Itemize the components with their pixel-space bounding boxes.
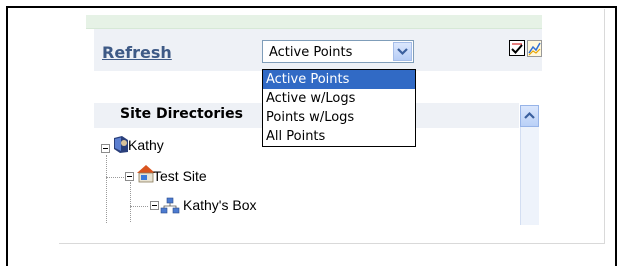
- tree-guide-line: [130, 182, 132, 222]
- tree-branch-line: [130, 206, 148, 208]
- tree-guide-line: [106, 155, 108, 223]
- dropdown-option-active-points[interactable]: Active Points: [263, 70, 415, 89]
- line-chart-icon[interactable]: [527, 40, 542, 57]
- points-filter-select[interactable]: Active Points: [262, 40, 414, 63]
- points-filter-dropdown: Active Points Active w/Logs Points w/Log…: [262, 69, 416, 147]
- dropdown-option-points-w-logs[interactable]: Points w/Logs: [263, 108, 415, 127]
- dropdown-option-active-w-logs[interactable]: Active w/Logs: [263, 89, 415, 108]
- site-directories-title: Site Directories: [120, 106, 243, 122]
- check-mark-icon: [511, 43, 523, 54]
- tree-label-kathys-box: Kathy's Box: [183, 197, 257, 213]
- dropdown-option-all-points[interactable]: All Points: [263, 127, 415, 146]
- chevron-down-icon: [397, 48, 408, 56]
- top-status-strip: [86, 15, 542, 29]
- collapse-toggle[interactable]: [101, 144, 110, 153]
- network-icon: [160, 197, 180, 214]
- refresh-link[interactable]: Refresh: [102, 43, 172, 62]
- collapse-toggle[interactable]: [125, 172, 134, 181]
- points-filter-value: Active Points: [269, 45, 353, 60]
- line-chart-glyph: [528, 42, 541, 56]
- tree-branch-line: [106, 177, 124, 179]
- tree-label-test-site: Test Site: [153, 168, 207, 184]
- chevron-up-icon: [524, 111, 535, 119]
- tree-label-kathy: Kathy: [128, 137, 164, 153]
- checkbox-icon[interactable]: [509, 40, 525, 56]
- scroll-up-button[interactable]: [520, 105, 539, 127]
- dropdown-button[interactable]: [393, 42, 412, 61]
- collapse-toggle[interactable]: [150, 201, 159, 210]
- scrollbar-track[interactable]: [520, 127, 539, 225]
